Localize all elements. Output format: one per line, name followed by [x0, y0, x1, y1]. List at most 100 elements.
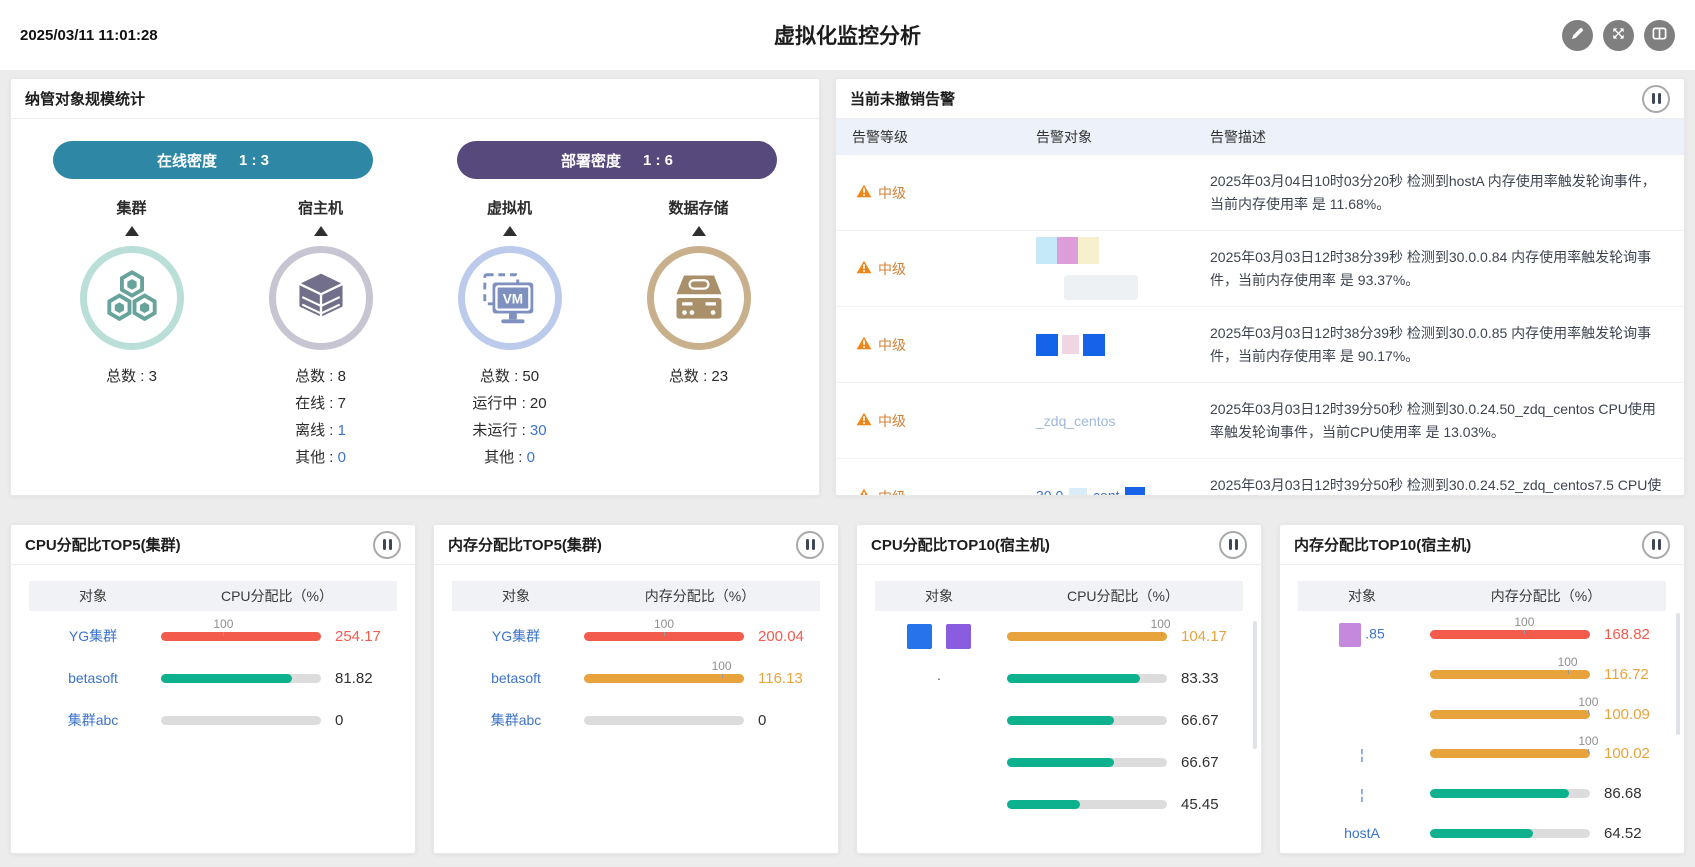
alarm-description: 2025年03月03日12时39分50秒 检测到30.0.24.52_zdq_c…: [1162, 474, 1668, 497]
scale-item-host: 宿主机 总数 : 8 在线 : 7 离线 : 1 其他 : 0: [226, 197, 415, 471]
pause-icon: [383, 539, 392, 550]
bar-fill: [1430, 630, 1590, 639]
bar-fill: [1430, 710, 1590, 719]
panel-title: CPU分配比TOP10(宿主机): [871, 534, 1050, 555]
alarm-pause-button[interactable]: [1642, 85, 1670, 113]
alloc-value: 64.52: [1604, 825, 1666, 842]
bar-fill: [1430, 670, 1590, 679]
alloc-value: 100.02: [1604, 745, 1666, 762]
alarm-panel-title: 当前未撤销告警: [850, 88, 955, 109]
warning-icon: [856, 488, 872, 496]
alloc-object-link[interactable]: 集群abc: [452, 710, 580, 730]
alloc-value: 66.67: [1181, 712, 1243, 729]
alloc-object-link[interactable]: ¦: [1298, 746, 1426, 762]
edit-button[interactable]: [1562, 20, 1593, 51]
alloc-value: 66.67: [1181, 754, 1243, 771]
storage-icon: [647, 246, 751, 350]
layout-icon: [1652, 26, 1667, 44]
alloc-row: 100 45.45: [857, 783, 1261, 825]
stat-line: 其他 : 0: [472, 444, 546, 471]
alarm-object[interactable]: _zdq_centos: [992, 413, 1162, 429]
alloc-row: 100 104.17: [857, 615, 1261, 657]
alloc-row: ¦ 100 86.68: [1280, 774, 1684, 814]
alloc-value: 0: [335, 712, 397, 729]
render-artifact: [1036, 237, 1162, 264]
alloc-object-link[interactable]: ·: [875, 670, 1003, 686]
alarm-row[interactable]: 中级 2025年03月04日10时03分20秒 检测到hostA 内存使用率触发…: [836, 155, 1684, 231]
scale-item-vm: 虚拟机 VM 总数 : 50 运行: [415, 197, 604, 471]
alarm-level: 中级: [852, 335, 992, 355]
alloc-bar: 100: [1430, 630, 1590, 639]
alloc-table-header: 对象CPU分配比（%）: [29, 581, 397, 611]
svg-text:VM: VM: [502, 291, 522, 306]
alarm-row[interactable]: 中级 2025年03月03日12时38分39秒 检测到30.0.0.84 内存使…: [836, 231, 1684, 307]
alloc-bar: 100: [1430, 710, 1590, 719]
alloc-row: hostA 100 64.52: [1280, 813, 1684, 853]
stat-line: 未运行 : 30: [472, 417, 546, 444]
alarm-object[interactable]: 30.0 cent: [992, 487, 1162, 497]
layout-button[interactable]: [1644, 20, 1675, 51]
alarm-row[interactable]: 中级 _zdq_centos 2025年03月03日12时39分50秒 检测到3…: [836, 383, 1684, 459]
alloc-object-link[interactable]: .85: [1298, 623, 1426, 647]
alloc-row: 100 66.67: [857, 741, 1261, 783]
alarm-row[interactable]: 中级 30.0 cent 2025年03月03日12时39分50秒 检测到30.…: [836, 459, 1684, 496]
alloc-bar: 100: [1430, 829, 1590, 838]
host-icon: [269, 246, 373, 350]
pause-button[interactable]: [1219, 531, 1247, 559]
deploy-density-badge[interactable]: 部署密度 1 : 6: [457, 141, 777, 179]
alloc-value: 86.68: [1604, 785, 1666, 802]
bar-fill: [161, 674, 292, 683]
mem-top10-host-panel: 内存分配比TOP10(宿主机) 对象内存分配比（%） .85 100 168.8…: [1279, 524, 1685, 854]
alarm-description: 2025年03月03日12时38分39秒 检测到30.0.0.85 内存使用率触…: [1162, 322, 1668, 368]
alloc-object-link[interactable]: betasoft: [452, 670, 580, 686]
bar-100-tick: 100: [708, 659, 736, 673]
alloc-bar: 100: [584, 716, 744, 725]
scrollbar-thumb[interactable]: [1676, 613, 1680, 735]
pause-button[interactable]: [1642, 531, 1670, 559]
alloc-value: 83.33: [1181, 670, 1243, 687]
stat-line: 总数 : 50: [472, 363, 546, 390]
alarm-panel: 当前未撤销告警 告警等级 告警对象 告警描述 中级 2025年03月04日10时…: [835, 78, 1685, 496]
alarm-row[interactable]: 中级 2025年03月03日12时38分39秒 检测到30.0.0.85 内存使…: [836, 307, 1684, 383]
alloc-row: .85 100 168.82: [1280, 615, 1684, 655]
page-title: 虚拟化监控分析: [774, 20, 921, 50]
warning-icon: [856, 260, 872, 277]
bar-fill: [161, 632, 321, 641]
alloc-row: YG集群 100 200.04: [434, 615, 838, 657]
alarm-object: [992, 334, 1162, 356]
online-density-badge[interactable]: 在线密度 1 : 3: [53, 141, 373, 179]
panel-title: CPU分配比TOP5(集群): [25, 534, 181, 555]
warning-icon: [856, 336, 872, 353]
alloc-bar: 100: [1007, 632, 1167, 641]
render-artifact: [1339, 623, 1361, 647]
scrollbar-thumb[interactable]: [1253, 621, 1257, 749]
fullscreen-icon: [1611, 26, 1626, 44]
alloc-bar: 100: [584, 674, 744, 683]
alloc-object-link[interactable]: YG集群: [29, 626, 157, 646]
alloc-value: 45.45: [1181, 796, 1243, 813]
bar-100-tick: 100: [1554, 655, 1582, 669]
page-header: 2025/03/11 11:01:28 虚拟化监控分析: [0, 0, 1695, 70]
pause-button[interactable]: [373, 531, 401, 559]
stat-line: 总数 : 23: [669, 363, 728, 390]
bar-fill: [584, 674, 744, 683]
alloc-object-link[interactable]: 集群abc: [29, 710, 157, 730]
alloc-object-link[interactable]: betasoft: [29, 670, 157, 686]
alloc-row: betasoft 100 116.13: [434, 657, 838, 699]
pause-button[interactable]: [796, 531, 824, 559]
alarm-table-header: 告警等级 告警对象 告警描述: [836, 119, 1684, 155]
timestamp: 2025/03/11 11:01:28: [20, 27, 158, 44]
alloc-row: ¦ 100 100.02: [1280, 734, 1684, 774]
cpu-top5-cluster-panel: CPU分配比TOP5(集群) 对象CPU分配比（%） YG集群 100 254.…: [10, 524, 416, 854]
alloc-object-link[interactable]: YG集群: [452, 626, 580, 646]
fullscreen-button[interactable]: [1603, 20, 1634, 51]
alloc-object-link[interactable]: hostA: [1298, 825, 1426, 841]
alarm-level: 中级: [852, 183, 992, 203]
scale-item-cluster: 集群: [37, 197, 226, 471]
pause-icon: [1652, 539, 1661, 550]
edit-icon: [1570, 26, 1585, 44]
alloc-row: 100 66.67: [857, 699, 1261, 741]
alarm-description: 2025年03月03日12时39分50秒 检测到30.0.24.50_zdq_c…: [1162, 398, 1668, 444]
bar-fill: [1007, 674, 1140, 683]
alloc-object-link[interactable]: ¦: [1298, 786, 1426, 802]
